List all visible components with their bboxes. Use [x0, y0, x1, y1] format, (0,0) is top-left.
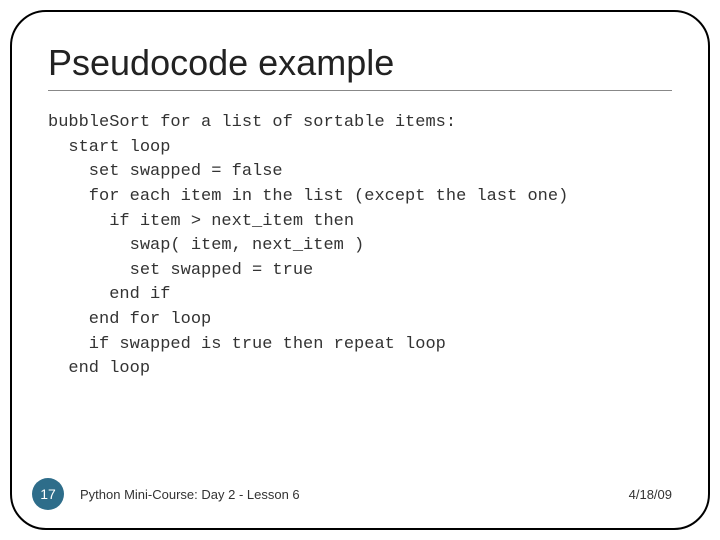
slide-title: Pseudocode example [48, 42, 672, 84]
course-label: Python Mini-Course: Day 2 - Lesson 6 [64, 487, 629, 502]
slide-footer: 17 Python Mini-Course: Day 2 - Lesson 6 … [12, 478, 708, 510]
page-number-badge: 17 [32, 478, 64, 510]
pseudocode-block: bubbleSort for a list of sortable items:… [48, 111, 672, 382]
slide-frame: Pseudocode example bubbleSort for a list… [10, 10, 710, 530]
title-divider [48, 90, 672, 91]
slide-date: 4/18/09 [629, 487, 672, 502]
